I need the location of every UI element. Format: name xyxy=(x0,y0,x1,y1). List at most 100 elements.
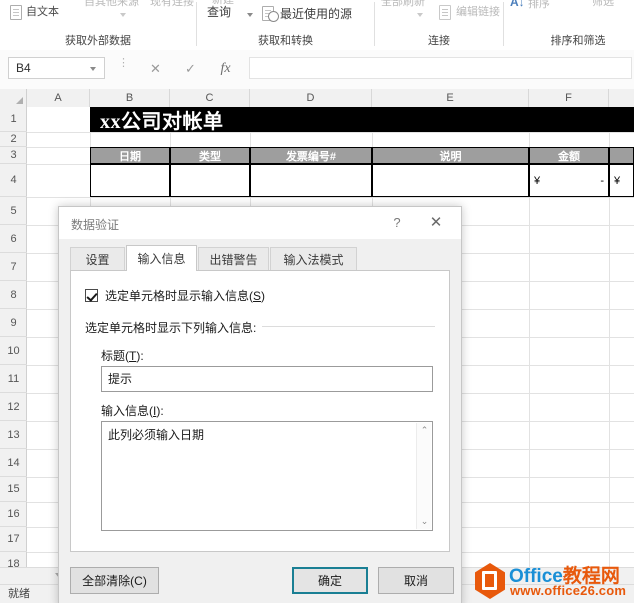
title-field-label-post: ): xyxy=(136,349,144,363)
confirm-formula-icon[interactable]: ✓ xyxy=(173,58,208,79)
chevron-down-icon[interactable] xyxy=(120,13,126,17)
tab-ime-mode[interactable]: 输入法模式 xyxy=(270,247,357,271)
table-row[interactable] xyxy=(170,164,250,197)
dialog-titlebar[interactable]: 数据验证 ? ✕ xyxy=(59,207,461,239)
show-input-message-accel: S xyxy=(253,289,262,303)
data-validation-dialog: 数据验证 ? ✕ 设置 输入信息 出错警告 输入法模式 选定单元格时显示输入信息… xyxy=(58,206,462,603)
ribbon-group-external-data: 自文本 自其他来源 现有连接 获取外部数据 xyxy=(0,0,196,50)
watermark-url: www.office26.com xyxy=(510,583,627,598)
table-row[interactable] xyxy=(250,164,372,197)
column-header-f[interactable]: F xyxy=(529,89,609,107)
row-header-5[interactable]: 5 xyxy=(0,197,27,225)
ribbon-button-from-other-sources[interactable]: 自其他来源 xyxy=(84,0,139,9)
table-header-date: 日期 xyxy=(90,147,170,164)
ribbon-button-edit-links[interactable]: 编辑链接 xyxy=(438,4,500,20)
show-input-message-label: 选定单元格时显示输入信息(S) xyxy=(105,287,265,304)
input-message-value: 此列必须输入日期 xyxy=(108,428,205,442)
cancel-button[interactable]: 取消 xyxy=(378,567,454,594)
ribbon-group-label-sort-filter: 排序和筛选 xyxy=(550,35,606,47)
ok-button[interactable]: 确定 xyxy=(292,567,368,594)
formula-bar-actions: ✕ ✓ fx xyxy=(138,58,243,79)
select-all-corner[interactable] xyxy=(0,89,27,107)
ribbon-button-filter[interactable]: 筛选 xyxy=(592,0,614,9)
tab-input-message[interactable]: 输入信息 xyxy=(126,245,197,271)
help-icon[interactable]: ? xyxy=(387,214,407,232)
sheet-title-banner: xx公司对帐单 xyxy=(90,107,634,133)
show-input-message-checkbox-row[interactable]: 选定单元格时显示输入信息(S) xyxy=(85,287,265,304)
title-input[interactable]: 提示 xyxy=(101,366,433,392)
ribbon-group-get-transform: 新建 查询 最近使用的源 获取和转换 xyxy=(197,0,374,50)
chevron-down-icon[interactable] xyxy=(417,13,423,17)
row-header-17[interactable]: 17 xyxy=(0,527,27,552)
tab-settings[interactable]: 设置 xyxy=(70,247,125,271)
ribbon-button-from-text[interactable]: 自文本 xyxy=(8,4,59,20)
chevron-down-icon[interactable] xyxy=(90,67,96,71)
table-header-description: 说明 xyxy=(372,147,529,164)
insert-function-icon[interactable]: fx xyxy=(208,58,243,79)
status-text: 就绪 xyxy=(8,588,30,600)
show-input-message-checkbox[interactable] xyxy=(85,289,98,302)
column-header-a[interactable]: A xyxy=(27,89,90,107)
row-header-7[interactable]: 7 xyxy=(0,253,27,281)
table-row[interactable] xyxy=(90,164,170,197)
title-field-label: 标题(T): xyxy=(101,347,144,364)
dialog-title: 数据验证 xyxy=(71,218,120,232)
close-icon[interactable]: ✕ xyxy=(425,214,447,232)
ribbon-button-existing-connections-label: 现有连接 xyxy=(150,0,194,8)
name-box[interactable]: B4 xyxy=(8,57,105,79)
scroll-up-icon[interactable]: ⌃ xyxy=(417,423,432,438)
ribbon-button-recent-sources[interactable]: 最近使用的源 xyxy=(262,6,352,22)
input-message-group-label: 选定单元格时显示下列输入信息: xyxy=(85,319,263,336)
ribbon-button-refresh-all-label: 全部刷新 xyxy=(381,0,425,8)
column-header-b[interactable]: B xyxy=(90,89,170,107)
input-message-textarea[interactable]: 此列必须输入日期 ⌃ ⌄ xyxy=(101,421,433,531)
excel-window: 自文本 自其他来源 现有连接 获取外部数据 新建 查询 最近使用的源 获取和转换… xyxy=(0,0,634,603)
document-icon xyxy=(8,4,23,20)
scroll-down-icon[interactable]: ⌄ xyxy=(417,514,432,529)
office-logo-icon xyxy=(473,563,507,599)
row-header-16[interactable]: 16 xyxy=(0,502,27,527)
row-header-15[interactable]: 15 xyxy=(0,477,27,502)
row-header-2[interactable]: 2 xyxy=(0,132,27,147)
ribbon-button-new-query-label: 查询 xyxy=(207,5,232,19)
ribbon-button-edit-links-label: 编辑链接 xyxy=(456,5,500,18)
table-row[interactable] xyxy=(372,164,529,197)
message-field-label-pre: 输入信息( xyxy=(101,404,153,418)
tab-error-alert[interactable]: 出错警告 xyxy=(198,247,269,271)
ribbon-button-existing-connections[interactable]: 现有连接 xyxy=(150,0,194,9)
row-header-13[interactable]: 13 xyxy=(0,421,27,449)
ribbon-button-from-text-label: 自文本 xyxy=(26,5,59,18)
row-header-3[interactable]: 3 xyxy=(0,147,27,164)
sort-za-icon: A↓ xyxy=(510,0,525,9)
row-header-14[interactable]: 14 xyxy=(0,449,27,477)
row-header-9[interactable]: 9 xyxy=(0,309,27,337)
watermark: Office教程网 www.office26.com xyxy=(473,561,631,601)
ribbon-group-label-get-transform: 获取和转换 xyxy=(258,35,313,47)
ribbon-button-refresh-all[interactable]: 全部刷新 xyxy=(381,0,425,9)
row-header-11[interactable]: 11 xyxy=(0,365,27,393)
column-header-c[interactable]: C xyxy=(170,89,250,107)
row-header-4[interactable]: 4 xyxy=(0,164,27,197)
clear-all-button[interactable]: 全部清除(C) xyxy=(70,567,159,594)
ribbon-button-new-query[interactable]: 查询 xyxy=(207,6,231,19)
column-header-d[interactable]: D xyxy=(250,89,372,107)
row-header-6[interactable]: 6 xyxy=(0,225,27,253)
table-cell-amount[interactable]: ¥ - xyxy=(529,164,609,197)
tab-settings-label: 设置 xyxy=(85,253,110,267)
formula-input[interactable] xyxy=(249,57,632,79)
edit-links-icon xyxy=(438,4,453,20)
tab-error-alert-label: 出错警告 xyxy=(209,253,258,267)
column-header-e[interactable]: E xyxy=(372,89,529,107)
row-header-12[interactable]: 12 xyxy=(0,393,27,421)
row-header-8[interactable]: 8 xyxy=(0,281,27,309)
row-header-10[interactable]: 10 xyxy=(0,337,27,365)
textarea-scrollbar[interactable]: ⌃ ⌄ xyxy=(416,423,431,529)
table-cell-amount-next[interactable]: ¥ xyxy=(609,164,634,197)
tab-ime-mode-label: 输入法模式 xyxy=(283,253,344,267)
formula-bar-grip[interactable]: ⋮ xyxy=(118,58,129,75)
cancel-formula-icon[interactable]: ✕ xyxy=(138,58,173,79)
row-header-1[interactable]: 1 xyxy=(0,107,27,132)
ribbon-button-sort[interactable]: A↓ 排序 xyxy=(510,0,550,12)
chevron-down-icon[interactable] xyxy=(247,13,253,17)
name-box-value: B4 xyxy=(16,61,31,75)
